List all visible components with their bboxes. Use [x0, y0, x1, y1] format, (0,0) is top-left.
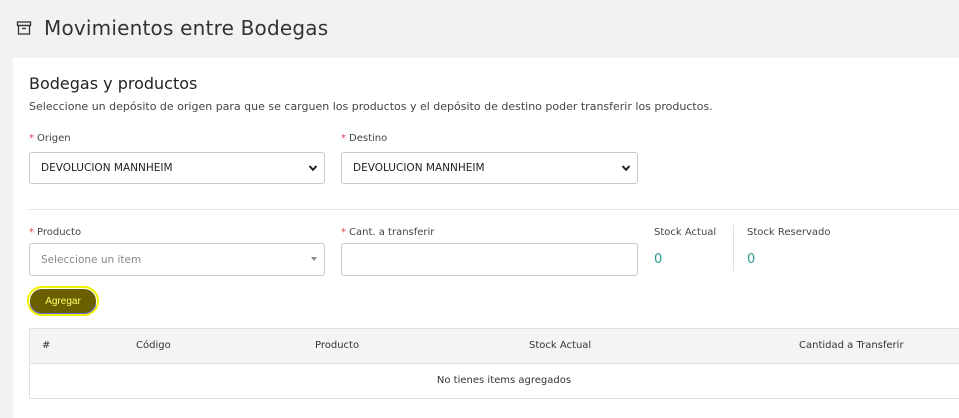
required-mark: *: [29, 227, 34, 238]
caret-down-icon: [311, 257, 317, 261]
cantidad-input[interactable]: [341, 243, 638, 276]
origen-label: * Origen: [29, 133, 71, 144]
chevron-down-icon: [308, 165, 318, 172]
cantidad-label: * Cant. a transferir: [341, 227, 435, 238]
required-mark: *: [29, 133, 34, 144]
stock-reservado-label: Stock Reservado: [747, 227, 831, 238]
stock-reservado-value: 0: [747, 252, 756, 267]
producto-select[interactable]: Seleccione un item: [29, 243, 325, 276]
column-header: Código: [136, 340, 171, 351]
required-mark: *: [341, 133, 346, 144]
origen-value: DEVOLUCION MANNHEIM: [41, 162, 173, 174]
section-divider: [29, 209, 959, 210]
column-header: Cantidad a Transferir: [799, 340, 904, 351]
agregar-button[interactable]: Agregar: [27, 286, 99, 316]
empty-message: No tienes items agregados: [436, 375, 572, 386]
archive-icon: [16, 21, 32, 35]
stock-actual-value: 0: [654, 252, 663, 267]
stock-separator: [733, 225, 734, 271]
column-header: #: [42, 340, 51, 351]
bodegas-card: Bodegas y productos Seleccione un depósi…: [13, 58, 959, 418]
card-description: Seleccione un depósito de origen para qu…: [29, 100, 713, 113]
producto-label: * Producto: [29, 227, 82, 238]
column-header: Producto: [315, 340, 360, 351]
table-header: # Código Producto Stock Actual Cantidad …: [30, 329, 959, 364]
required-mark: *: [341, 227, 346, 238]
origen-select[interactable]: DEVOLUCION MANNHEIM: [29, 152, 325, 184]
destino-select[interactable]: DEVOLUCION MANNHEIM: [341, 152, 638, 184]
page-title: Movimientos entre Bodegas: [44, 16, 329, 40]
column-header: Stock Actual: [529, 340, 592, 351]
table-body: No tienes items agregados: [30, 364, 959, 398]
page-header: Movimientos entre Bodegas: [16, 14, 328, 42]
destino-value: DEVOLUCION MANNHEIM: [353, 162, 485, 174]
destino-label: * Destino: [341, 133, 388, 144]
producto-placeholder: Seleccione un item: [41, 253, 142, 266]
stock-actual-label: Stock Actual: [654, 227, 717, 238]
chevron-down-icon: [621, 165, 631, 172]
items-table: # Código Producto Stock Actual Cantidad …: [29, 328, 959, 399]
card-title: Bodegas y productos: [29, 74, 198, 93]
